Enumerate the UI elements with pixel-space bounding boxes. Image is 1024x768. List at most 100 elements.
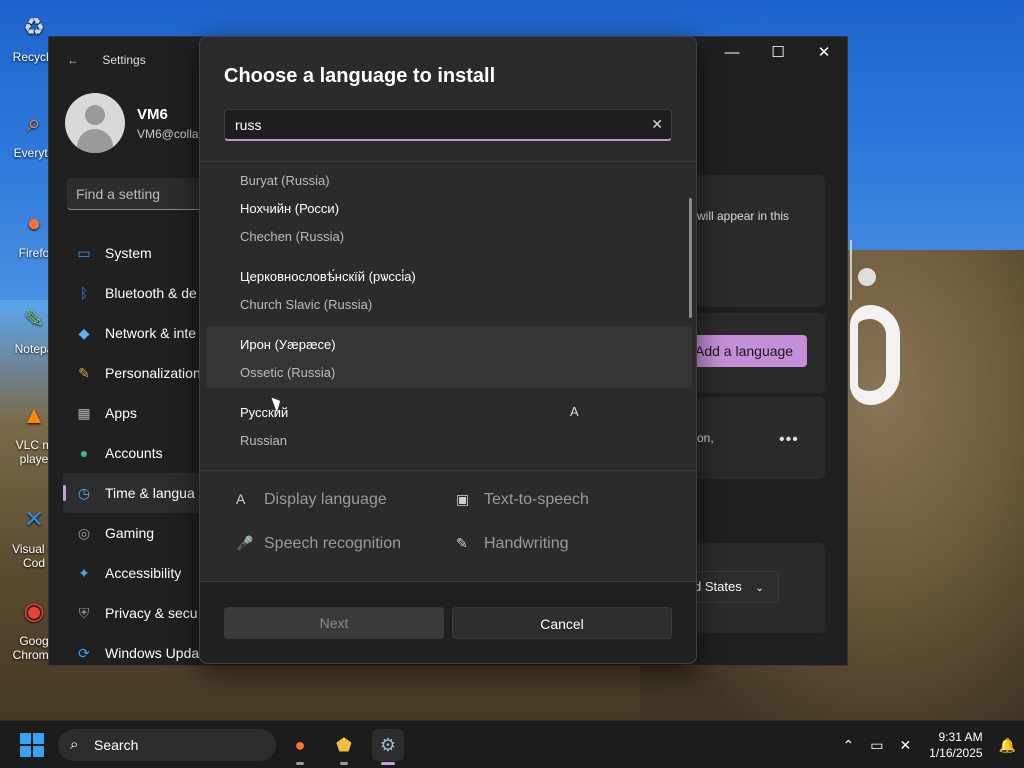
start-button[interactable]	[20, 733, 44, 757]
choose-language-dialog: Choose a language to install ✕ Buryat (R…	[199, 36, 697, 664]
minimize-button[interactable]: —	[709, 37, 755, 69]
sidebar-item-bluetooth[interactable]: ᛒ Bluetooth & de	[63, 273, 213, 313]
close-button[interactable]: ✕	[801, 37, 847, 69]
language-search-input[interactable]	[235, 110, 635, 140]
sidebar-item-update[interactable]: ⟳ Windows Upda	[63, 633, 213, 673]
volume-muted-icon[interactable]: ✕	[899, 737, 911, 754]
sidebar-item-system[interactable]: ▭ System	[63, 233, 213, 273]
avatar	[65, 93, 125, 153]
text-to-speech-icon: ▣	[456, 491, 470, 507]
back-arrow-icon[interactable]: ←	[67, 53, 79, 67]
find-setting-input[interactable]: Find a setting	[67, 178, 217, 210]
window-controls: — ☐ ✕	[709, 37, 847, 69]
display-language-icon: A	[236, 491, 246, 507]
sidebar-item-label: Accessibility	[105, 565, 182, 581]
desktop-icon-label: VLC m playe	[15, 438, 53, 466]
dialog-footer: Next Cancel	[200, 581, 696, 663]
sidebar-item-label: Accounts	[105, 445, 163, 461]
language-english-name: Buryat (Russia)	[240, 173, 330, 188]
language-search-box: ✕	[224, 109, 672, 141]
bluetooth-icon: ᛒ	[79, 285, 89, 301]
sidebar-item-network[interactable]: ◆ Network & inte	[63, 313, 213, 353]
add-language-button[interactable]: Add a language	[693, 335, 807, 367]
sidebar-item-label: Personalization	[105, 365, 201, 381]
feature-label: Display language	[264, 491, 387, 508]
user-profile: VM6 VM6@collal	[65, 93, 201, 153]
network-status-icon[interactable]: ▭	[870, 737, 883, 754]
feature-display-language: A Display language	[236, 491, 387, 509]
hollywood-letter	[850, 305, 900, 405]
profile-email: VM6@collal	[137, 126, 202, 141]
sidebar-item-label: Network & inte	[105, 325, 197, 341]
settings-nav: ▭ System ᛒ Bluetooth & de ◆ Network & inte ✎ Pe…	[63, 233, 213, 673]
accounts-icon: ●	[79, 445, 89, 461]
language-list-item[interactable]: Церковнословѣ́нскїй (рѡссі́а) Church Slav…	[206, 258, 692, 320]
sidebar-item-gaming[interactable]: ◎ Gaming	[63, 513, 213, 553]
profile-name: VM6	[137, 105, 168, 123]
feature-label: Handwriting	[484, 535, 569, 552]
taskbar: ⌕ Search ● ⬟ ⚙ ⌃ ▭ ✕ 9:31 AM 1/16/2025 🔔	[0, 720, 1024, 768]
language-list-item[interactable]: Ирон (Уæрæсе) Ossetic (Russia)	[206, 326, 692, 388]
more-options-button[interactable]: •••	[779, 431, 799, 449]
chevron-down-icon: ⌄	[755, 583, 764, 594]
language-native-name: Нохчийн (Росси)	[240, 201, 340, 216]
sidebar-item-brush[interactable]: ✎ Personalization	[63, 353, 213, 393]
sidebar-item-label: Gaming	[105, 525, 155, 541]
sidebar-item-time-language[interactable]: ◷ Time & langua	[63, 473, 213, 513]
microphone-icon: 🎤	[236, 535, 254, 551]
sidebar-item-label: System	[105, 245, 152, 261]
clock-date: 1/16/2025	[929, 746, 983, 760]
maximize-button[interactable]: ☐	[755, 37, 801, 69]
notification-bell-icon[interactable]: 🔔	[999, 737, 1016, 754]
language-english-name: Church Slavic (Russia)	[240, 297, 373, 312]
desktop-icon-label: Firefo	[18, 246, 50, 260]
dialog-title: Choose a language to install	[224, 65, 496, 87]
gaming-icon: ◎	[77, 525, 91, 541]
language-native-name: Ирон (Уæрæсе)	[240, 337, 336, 352]
system-tray: ⌃ ▭ ✕ 9:31 AM 1/16/2025 🔔	[834, 721, 1024, 768]
desktop-tower	[850, 240, 930, 300]
feature-label: Speech recognition	[264, 535, 401, 552]
cancel-button[interactable]: Cancel	[452, 607, 672, 639]
clock[interactable]: 9:31 AM 1/16/2025	[929, 729, 982, 761]
clear-search-icon[interactable]: ✕	[651, 116, 663, 133]
language-english-name: Chechen (Russia)	[240, 229, 345, 244]
language-english-name: Russian	[240, 433, 287, 448]
settings-title-bar: ← Settings	[67, 53, 146, 67]
sidebar-item-label: Windows Upda	[105, 645, 200, 661]
apps-icon: ▦	[77, 405, 91, 421]
taskbar-search[interactable]: ⌕ Search	[58, 729, 276, 761]
languages-card-text: will appear in this	[697, 209, 790, 223]
feature-microphone: 🎤 Speech recognition	[236, 535, 401, 553]
sidebar-item-label: Apps	[105, 405, 137, 421]
firefox-taskbar-icon[interactable]: ●	[284, 729, 316, 765]
taskbar-search-label: Search	[94, 737, 139, 753]
sidebar-item-accounts[interactable]: ● Accounts	[63, 433, 213, 473]
search-icon: ⌕	[70, 736, 79, 753]
chevron-up-icon[interactable]: ⌃	[842, 737, 854, 754]
settings-title: Settings	[102, 53, 146, 67]
language-entry-card	[695, 397, 825, 479]
languages-card	[695, 175, 825, 307]
language-native-name: Церковнословѣ́нскїй (рѡссі́а)	[240, 269, 416, 284]
sidebar-item-shield[interactable]: ⛨ Privacy & secu	[63, 593, 213, 633]
app-taskbar-icon[interactable]: ⬟	[328, 729, 360, 765]
language-list: Buryat (Russia) Нохчийн (Росси) Chechen (R…	[200, 161, 696, 471]
sidebar-item-apps[interactable]: ▦ Apps	[63, 393, 213, 433]
region-select[interactable]: d States ⌄	[689, 571, 779, 603]
feature-handwriting: ✎ Handwriting	[456, 535, 568, 553]
sidebar-item-label: Privacy & secu	[105, 605, 198, 621]
settings-taskbar-icon[interactable]: ⚙	[372, 729, 404, 765]
shield-icon: ⛨	[78, 605, 90, 621]
feature-label: Text-to-speech	[484, 491, 589, 508]
language-list-item[interactable]: Нохчийн (Росси) Chechen (Russia)	[206, 190, 692, 252]
time-language-icon: ◷	[77, 485, 91, 501]
next-button[interactable]: Next	[224, 607, 444, 639]
network-icon: ◆	[78, 325, 90, 341]
update-icon: ⟳	[78, 645, 90, 661]
sidebar-item-accessibility[interactable]: ✦ Accessibility	[63, 553, 213, 593]
feature-text-to-speech: ▣ Text-to-speech	[456, 491, 589, 509]
clock-time: 9:31 AM	[938, 730, 983, 744]
system-icon: ▭	[77, 245, 91, 261]
brush-icon: ✎	[78, 365, 90, 381]
